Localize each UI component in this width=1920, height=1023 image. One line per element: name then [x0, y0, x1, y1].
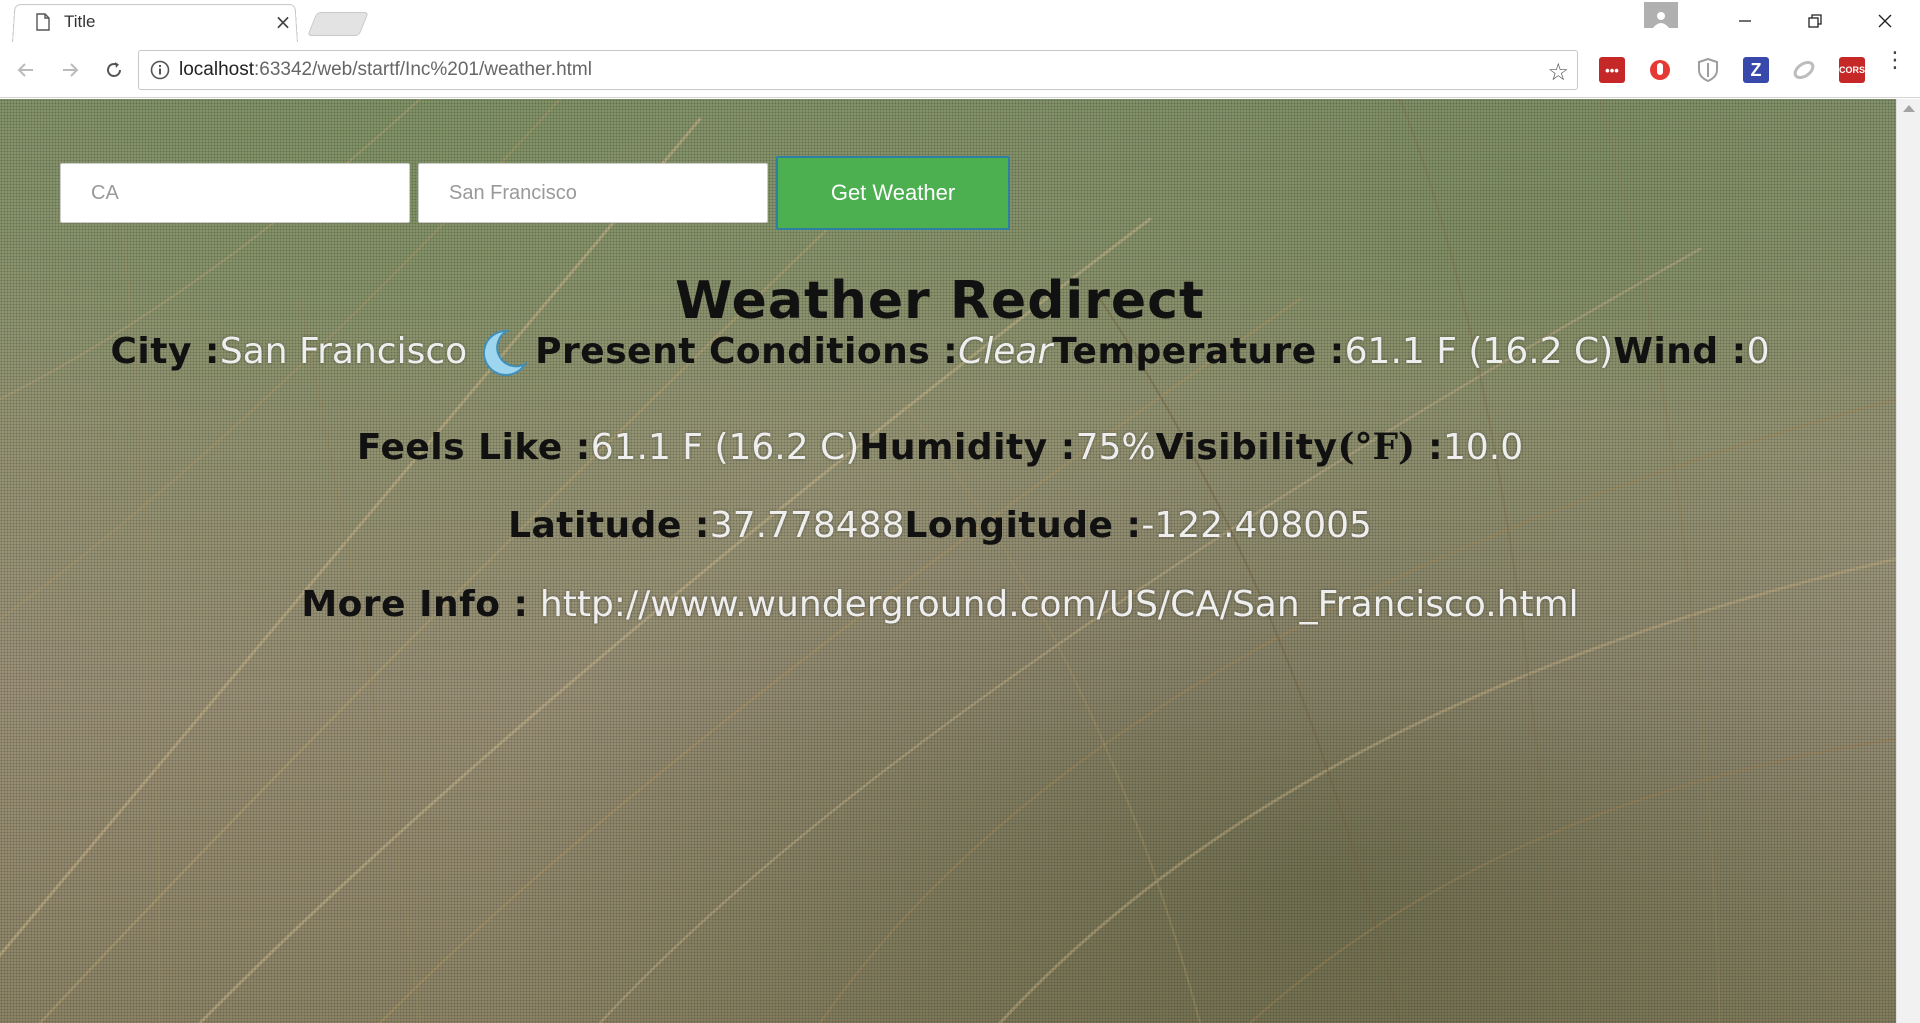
bookmark-star-icon[interactable]: ☆	[1547, 58, 1569, 86]
forward-icon[interactable]	[52, 52, 88, 88]
temperature-label: Temperature :	[1052, 331, 1345, 372]
longitude-value: -122.408005	[1141, 505, 1372, 546]
window-controls	[1644, 0, 1920, 42]
zotero-extension-icon[interactable]: Z	[1743, 57, 1769, 83]
conditions-value: Clear	[958, 331, 1053, 372]
vertical-scrollbar[interactable]	[1896, 99, 1920, 1023]
longitude-label: Longitude :	[904, 505, 1142, 546]
visibility-value: 10.0	[1443, 427, 1524, 468]
new-tab-button[interactable]	[307, 12, 369, 36]
more-info-link[interactable]: http://www.wunderground.com/US/CA/San_Fr…	[540, 584, 1579, 625]
moon-icon	[483, 329, 528, 376]
tab-close-icon[interactable]: ×	[272, 10, 294, 34]
feels-like-value: 61.1 F (16.2 C)	[590, 427, 860, 468]
more-info-label: More Info :	[301, 584, 529, 625]
adblock-extension-icon[interactable]	[1647, 57, 1673, 83]
profile-icon[interactable]	[1644, 2, 1678, 28]
url-host: localhost	[179, 59, 254, 80]
dot-overlay	[0, 99, 1896, 1023]
visibility-unit: (°F)	[1337, 426, 1416, 468]
weather-line-1: City :San Francisco Present Conditions :C…	[0, 327, 1880, 378]
weather-line-3: Latitude :37.778488Longitude :-122.40800…	[0, 501, 1880, 551]
state-input[interactable]	[60, 163, 410, 223]
city-value: San Francisco	[219, 331, 468, 372]
page-viewport: Get Weather Weather Redirect City :San F…	[0, 99, 1896, 1023]
active-tab-content[interactable]: Title ×	[36, 10, 294, 34]
extension-bar: ••• Z CORS	[1588, 50, 1876, 90]
conditions-label: Present Conditions :	[535, 331, 959, 372]
get-weather-button[interactable]: Get Weather	[776, 156, 1010, 230]
visibility-colon: :	[1415, 427, 1443, 468]
city-label: City :	[110, 331, 220, 372]
address-bar[interactable]: localhost :63342/web/startf/Inc%201/weat…	[138, 50, 1578, 90]
temperature-value: 61.1 F (16.2 C)	[1344, 331, 1614, 372]
humidity-label: Humidity :	[859, 427, 1076, 468]
minimize-icon[interactable]	[1710, 0, 1780, 42]
latitude-value: 37.778488	[709, 505, 905, 546]
visibility-label: Visibility	[1155, 427, 1338, 468]
browser-toolbar: localhost :63342/web/startf/Inc%201/weat…	[0, 42, 1920, 98]
url-path: :63342/web/startf/Inc%201/weather.html	[254, 59, 592, 80]
cors-extension-icon[interactable]: CORS	[1839, 57, 1865, 83]
back-icon[interactable]	[8, 52, 44, 88]
page-icon	[36, 13, 50, 31]
browser-menu-icon[interactable]: ⋮	[1884, 50, 1906, 72]
humidity-value: 75%	[1075, 427, 1156, 468]
wind-value: 0	[1746, 331, 1770, 372]
tab-title: Title	[64, 12, 96, 31]
close-window-icon[interactable]	[1850, 0, 1920, 42]
page-title: Weather Redirect	[675, 271, 1205, 331]
leaf-extension-icon[interactable]	[1791, 57, 1817, 83]
weather-form: Get Weather	[60, 156, 1010, 230]
feels-like-label: Feels Like :	[356, 427, 591, 468]
latitude-label: Latitude :	[508, 505, 710, 546]
wind-label: Wind :	[1613, 331, 1747, 372]
tab-strip: Title ×	[0, 0, 1920, 43]
weather-line-4: More Info : http://www.wunderground.com/…	[0, 580, 1880, 630]
weather-line-2: Feels Like :61.1 F (16.2 C)Humidity :75%…	[0, 422, 1880, 473]
shield-extension-icon[interactable]	[1695, 57, 1721, 83]
info-icon[interactable]	[149, 59, 171, 81]
scroll-up-icon[interactable]	[1903, 105, 1915, 112]
lastpass-extension-icon[interactable]: •••	[1599, 57, 1625, 83]
reload-icon[interactable]	[96, 52, 132, 88]
restore-icon[interactable]	[1780, 0, 1850, 42]
city-input[interactable]	[418, 163, 768, 223]
